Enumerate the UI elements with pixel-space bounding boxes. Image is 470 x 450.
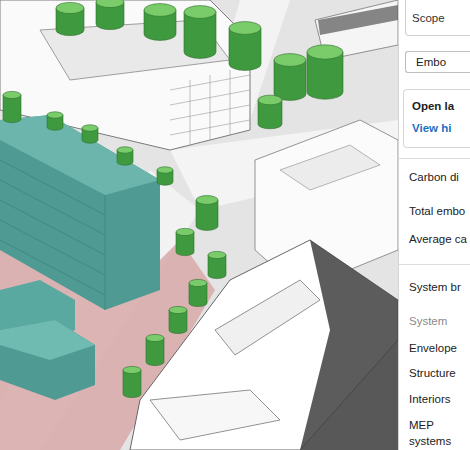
tree-top [189, 279, 207, 286]
tree-top [144, 4, 176, 17]
tree-top [184, 6, 216, 19]
tree-top [82, 125, 98, 131]
model-viewport[interactable] [0, 0, 398, 450]
system-row: MEP systems [409, 417, 470, 450]
tree-top [274, 54, 306, 67]
tree-top [56, 2, 84, 13]
carbon-row: Average ca [409, 231, 470, 248]
system-section: System br System Envelope Structure Interior… [399, 265, 470, 450]
scope-label: Scope [412, 10, 470, 27]
tree-top [157, 167, 173, 173]
carbon-section: Carbon di Total embo Average ca [399, 159, 470, 265]
tree-top [208, 251, 226, 258]
embodied-button-label: Embo [416, 54, 446, 71]
tree-top [258, 95, 282, 105]
embodied-button[interactable]: Embo [405, 51, 470, 73]
carbon-row: Total embo [409, 203, 470, 220]
tree-top [117, 147, 133, 153]
tree-top [196, 196, 218, 205]
tree [184, 12, 216, 58]
tree [123, 370, 141, 398]
system-row: Structure [409, 365, 470, 382]
tree-top [96, 0, 124, 8]
tree-top [123, 366, 141, 373]
tree-top [47, 112, 63, 118]
section-divider [399, 158, 470, 159]
open-card-title: Open la [412, 98, 470, 115]
city-model[interactable] [0, 0, 398, 450]
tree-top [176, 228, 194, 235]
side-panel: Scope Embo Open la View hi Carbon di Total em… [399, 0, 470, 450]
history-link[interactable]: View hi [412, 120, 470, 137]
tree [146, 338, 164, 366]
open-card: Open la View hi [403, 89, 470, 148]
section-divider [399, 264, 470, 265]
carbon-title: Carbon di [409, 169, 470, 186]
tree [3, 95, 21, 123]
system-row: Interiors [409, 391, 470, 408]
system-title: System br [409, 279, 470, 296]
system-row: Envelope [409, 340, 470, 357]
tree-top [146, 334, 164, 341]
tree-top [307, 45, 343, 59]
system-column-header: System [409, 313, 470, 330]
scope-box[interactable]: Scope [405, 0, 470, 36]
tree-top [169, 306, 187, 313]
tree-top [3, 91, 21, 98]
tree-top [229, 22, 261, 35]
